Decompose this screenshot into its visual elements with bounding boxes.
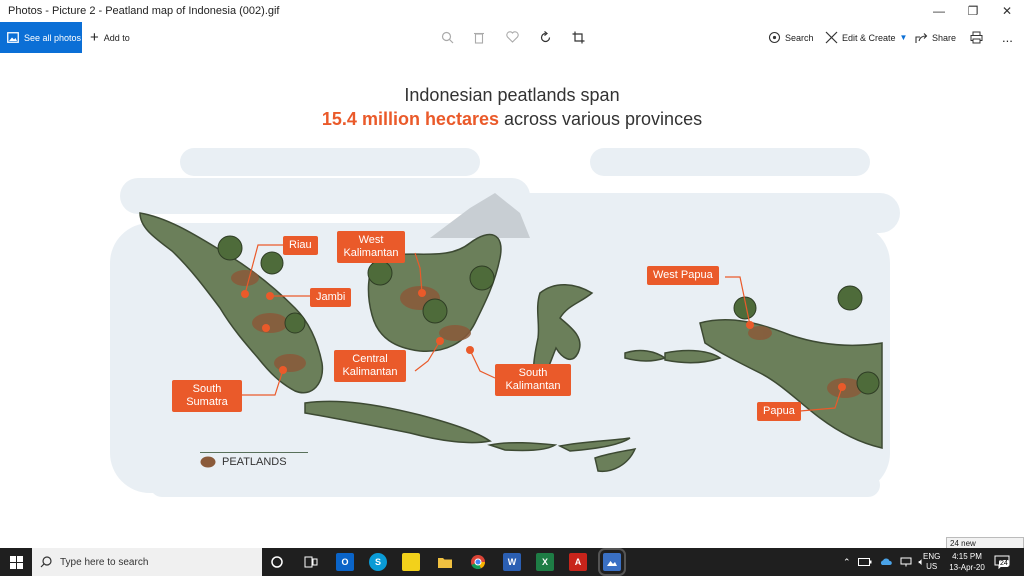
rotate-icon[interactable] bbox=[538, 30, 552, 44]
see-all-photos-button[interactable]: See all photos bbox=[0, 22, 82, 53]
search-icon bbox=[768, 31, 781, 44]
peatland-swatch-icon bbox=[200, 456, 216, 468]
share-button[interactable]: Share bbox=[915, 22, 956, 53]
toolbar: See all photos + Add to Search Edit & Cr… bbox=[0, 22, 1024, 53]
delete-icon[interactable] bbox=[472, 30, 486, 44]
label-south-sumatra: South Sumatra bbox=[172, 380, 242, 412]
notification-count: 24 bbox=[999, 560, 1009, 567]
map-legend: PEATLANDS bbox=[200, 456, 287, 468]
network-icon[interactable] bbox=[900, 557, 912, 567]
language-code: ENG bbox=[923, 552, 941, 561]
sticky-notes-icon[interactable] bbox=[402, 553, 420, 571]
search-placeholder: Type here to search bbox=[60, 556, 149, 568]
task-view-icon[interactable] bbox=[302, 553, 320, 571]
skype-icon[interactable]: S bbox=[369, 553, 387, 571]
photos-icon bbox=[7, 32, 19, 43]
battery-icon[interactable] bbox=[857, 558, 872, 566]
action-center-button[interactable]: 24 bbox=[994, 548, 1010, 576]
label-riau: Riau bbox=[283, 236, 318, 255]
label-papua: Papua bbox=[757, 402, 801, 421]
language-indicator[interactable]: ENG US bbox=[923, 548, 940, 576]
clock-date: 13-Apr-20 bbox=[949, 563, 985, 572]
search-icon bbox=[40, 556, 52, 568]
minimize-button[interactable]: — bbox=[922, 0, 956, 22]
see-all-photos-label: See all photos bbox=[24, 32, 82, 43]
label-south-kalimantan: South Kalimantan bbox=[495, 364, 571, 396]
plus-icon: + bbox=[90, 28, 99, 46]
taskbar: Type here to search O S W X A ⌃ 🔈︎ ENG U… bbox=[0, 548, 1024, 576]
windows-icon bbox=[9, 555, 23, 569]
indonesia-peatland-map bbox=[110, 148, 900, 497]
chevron-up-icon[interactable]: ⌃ bbox=[843, 557, 851, 568]
legend-divider bbox=[200, 452, 308, 453]
label-west-papua: West Papua bbox=[647, 266, 719, 285]
onedrive-icon[interactable] bbox=[879, 558, 893, 566]
title-bar: Photos - Picture 2 - Peatland map of Ind… bbox=[0, 0, 1024, 22]
file-explorer-icon[interactable] bbox=[436, 553, 454, 571]
excel-icon[interactable]: X bbox=[536, 553, 554, 571]
word-icon[interactable]: W bbox=[503, 553, 521, 571]
taskbar-search-box[interactable]: Type here to search bbox=[32, 548, 262, 576]
region-code: US bbox=[926, 562, 938, 571]
print-icon[interactable] bbox=[969, 30, 983, 44]
more-options-button[interactable]: ... bbox=[1002, 22, 1013, 53]
legend-label: PEATLANDS bbox=[222, 456, 287, 468]
acrobat-icon[interactable]: A bbox=[569, 553, 587, 571]
add-to-label: Add to bbox=[103, 32, 130, 43]
clock[interactable]: 4:15 PM 13-Apr-20 bbox=[948, 548, 986, 576]
chrome-icon[interactable] bbox=[469, 553, 487, 571]
label-central-kalimantan: Central Kalimantan bbox=[334, 350, 406, 382]
outlook-icon[interactable]: O bbox=[336, 553, 354, 571]
share-icon bbox=[915, 32, 928, 43]
edit-create-label: Edit & Create bbox=[842, 32, 896, 43]
add-to-button[interactable]: + Add to bbox=[90, 22, 130, 53]
photos-taskbar-icon[interactable] bbox=[598, 548, 626, 576]
cortana-icon[interactable] bbox=[268, 553, 286, 571]
label-west-kalimantan: West Kalimantan bbox=[337, 231, 405, 263]
restore-button[interactable]: ❐ bbox=[956, 0, 990, 22]
edit-icon bbox=[825, 31, 838, 44]
photos-app-window: Photos - Picture 2 - Peatland map of Ind… bbox=[0, 0, 1024, 576]
clock-time: 4:15 PM bbox=[952, 552, 982, 561]
crop-icon[interactable] bbox=[571, 30, 585, 44]
image-viewer: Indonesian peatlands span 15.4 million h… bbox=[0, 53, 1024, 548]
label-jambi: Jambi bbox=[310, 288, 352, 307]
share-label: Share bbox=[932, 32, 957, 43]
close-button[interactable]: ✕ bbox=[990, 0, 1024, 22]
system-tray: ⌃ 🔈︎ bbox=[843, 548, 925, 576]
heart-icon[interactable] bbox=[505, 30, 519, 44]
search-button[interactable]: Search bbox=[768, 22, 814, 53]
edit-create-button[interactable]: Edit & Create ▼ bbox=[825, 22, 907, 53]
search-label: Search bbox=[785, 32, 814, 43]
chevron-down-icon: ▼ bbox=[899, 33, 908, 42]
zoom-icon[interactable] bbox=[440, 30, 454, 44]
start-button[interactable] bbox=[0, 548, 32, 576]
window-title: Photos - Picture 2 - Peatland map of Ind… bbox=[8, 5, 280, 17]
